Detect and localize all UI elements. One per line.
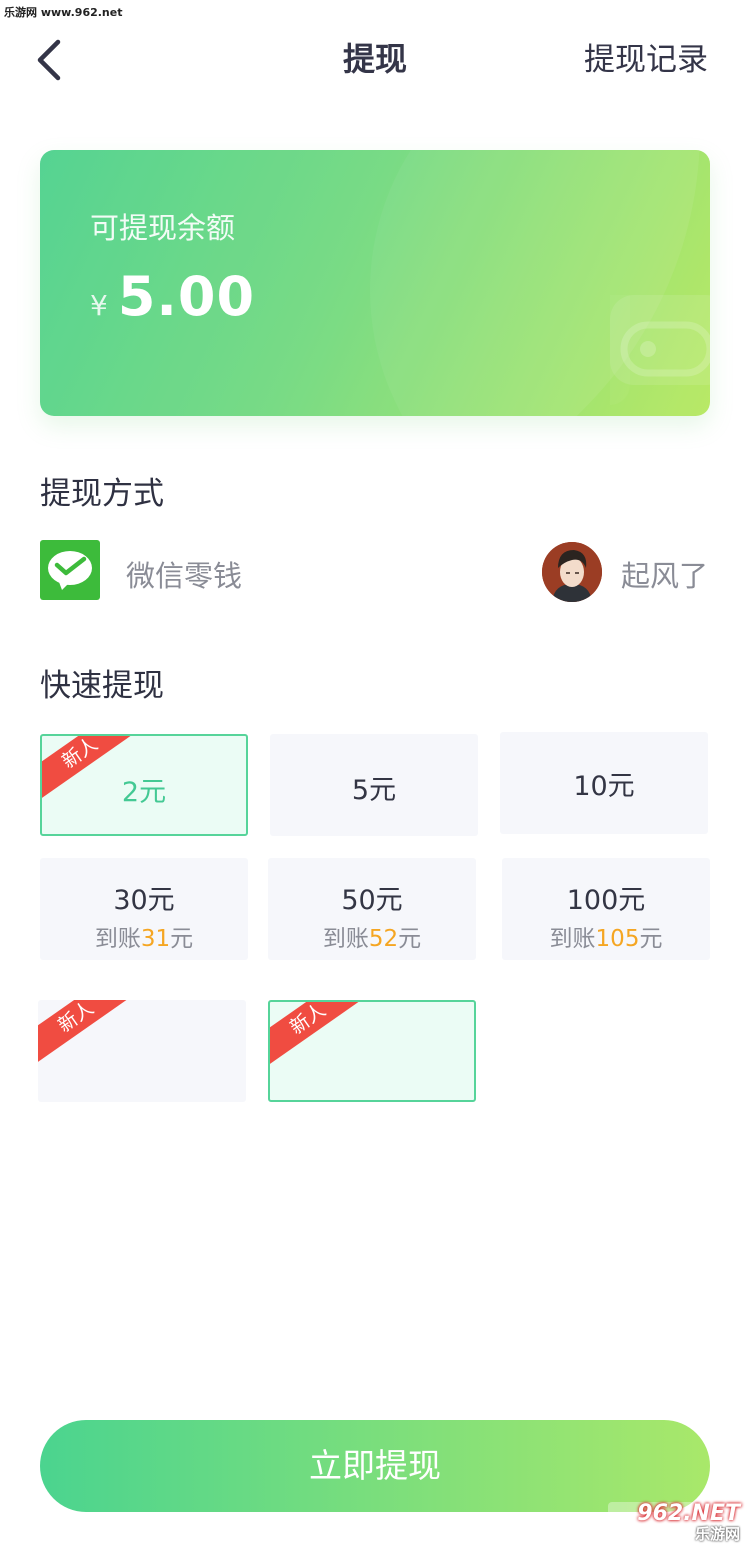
payout-method-title: 提现方式 — [40, 476, 164, 512]
balance-amount: 5.00 — [117, 265, 256, 328]
balance-label: 可提现余额 — [90, 211, 236, 245]
watermark-cn: 乐游网 — [694, 1525, 740, 1543]
amount-option-5[interactable]: 5元 — [270, 734, 478, 836]
withdraw-history-link[interactable]: 提现记录 — [584, 34, 708, 79]
user-name: 起风了 — [620, 559, 708, 593]
currency-symbol: ¥ — [90, 289, 108, 322]
amount-option-50[interactable]: 50元 到账52元 — [268, 858, 476, 960]
withdraw-now-button[interactable]: 立即提现 — [40, 1420, 710, 1512]
amount-option-bonus: 到账105元 — [549, 926, 663, 952]
amount-option-label: 10元 — [573, 771, 635, 802]
new-user-badge: 新人 — [38, 1000, 149, 1075]
amount-option-new-1[interactable]: 新人 — [38, 1000, 246, 1102]
watermark-top-text: 乐游网 www.962.net — [4, 6, 123, 19]
amount-option-label: 50元 — [341, 885, 403, 916]
amount-option-bonus: 到账52元 — [322, 926, 422, 952]
wechat-wallet-label: 微信零钱 — [126, 559, 243, 593]
wallet-icon — [610, 295, 710, 405]
amount-option-100[interactable]: 100元 到账105元 — [502, 858, 710, 960]
amount-option-bonus: 到账31元 — [94, 926, 194, 952]
quick-withdraw-title: 快速提现 — [40, 668, 164, 704]
amount-option-2[interactable]: 新人 2元 — [40, 734, 248, 836]
amount-option-label: 30元 — [113, 885, 175, 916]
amount-option-new-2[interactable]: 新人 — [268, 1000, 476, 1102]
balance-card: 可提现余额 ¥ 5.00 — [40, 150, 710, 416]
user-avatar — [542, 542, 602, 602]
amount-option-label: 100元 — [566, 885, 646, 916]
balance-amount-row: ¥ 5.00 — [90, 265, 255, 328]
wechat-pay-icon — [40, 540, 100, 600]
amount-option-10[interactable]: 10元 — [500, 732, 708, 834]
amount-option-label: 2元 — [121, 777, 167, 808]
amount-option-30[interactable]: 30元 到账31元 — [40, 858, 248, 960]
new-user-badge: 新人 — [270, 1002, 381, 1077]
amount-option-label: 5元 — [351, 775, 397, 806]
